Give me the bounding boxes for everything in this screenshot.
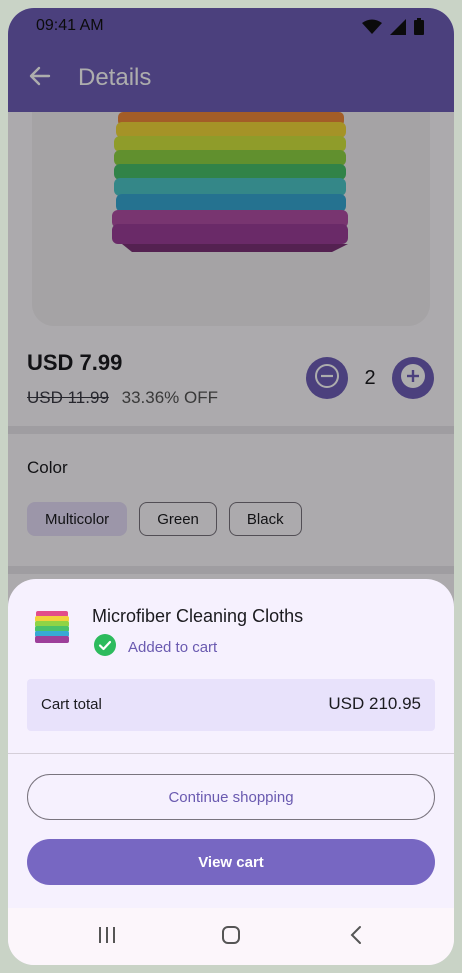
home-button[interactable]	[211, 922, 251, 952]
added-status: Added to cart	[94, 634, 217, 661]
recent-apps-button[interactable]	[87, 922, 127, 952]
recent-apps-icon	[97, 926, 117, 949]
system-back-button[interactable]	[336, 922, 376, 952]
continue-shopping-button[interactable]: Continue shopping	[27, 774, 435, 820]
sheet-product-name: Microfiber Cleaning Cloths	[92, 606, 304, 626]
screen: 09:41 AM Details USD 7.99 USD 11.99 33.3…	[8, 8, 454, 965]
device-frame: 09:41 AM Details USD 7.99 USD 11.99 33.3…	[0, 0, 462, 973]
added-status-text: Added to cart	[128, 639, 218, 656]
chevron-left-icon	[349, 925, 363, 950]
sheet-divider	[8, 753, 454, 754]
system-navigation-bar	[8, 908, 454, 965]
cart-total-box: Cart total USD 210.95	[27, 679, 435, 731]
added-to-cart-sheet: Microfiber Cleaning Cloths Added to cart…	[8, 579, 454, 965]
view-cart-button[interactable]: View cart	[27, 839, 435, 885]
home-icon	[221, 925, 241, 950]
cart-total-label: Cart total	[41, 696, 102, 713]
check-circle-icon	[94, 634, 116, 661]
product-thumbnail	[30, 607, 74, 647]
cart-total-value: USD 210.95	[328, 694, 421, 713]
